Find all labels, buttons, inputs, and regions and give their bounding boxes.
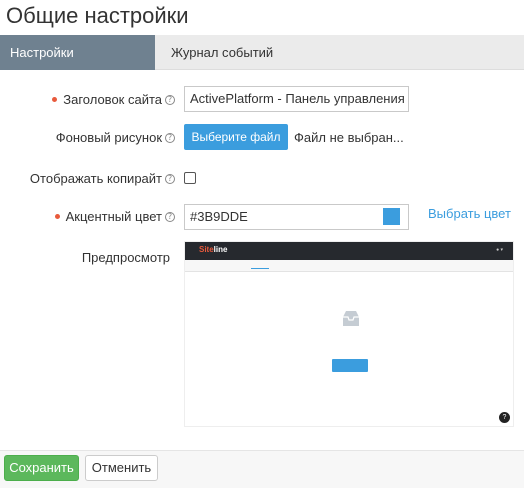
accent-color-input[interactable]: #3B9DDE — [184, 204, 409, 230]
help-icon[interactable]: ? — [165, 132, 175, 143]
save-button[interactable]: Сохранить — [4, 455, 79, 481]
preview-topbar: Siteline ● ▾ — [185, 242, 513, 260]
help-icon[interactable]: ? — [165, 173, 175, 184]
cancel-button[interactable]: Отменить — [85, 455, 158, 481]
choose-file-button[interactable]: Выберите файл — [184, 124, 288, 150]
copyright-checkbox[interactable] — [184, 172, 196, 184]
copyright-label: Отображать копирайт — [29, 171, 162, 186]
accent-color-label-row: Акцентный цвет? — [40, 209, 175, 225]
background-label: Фоновый рисунок — [55, 130, 162, 145]
tab-appearance-settings[interactable]: Настройки оформления — [0, 35, 155, 95]
accent-color-label: Акцентный цвет — [65, 209, 162, 224]
help-icon[interactable]: ? — [165, 94, 175, 105]
background-label-row: Фоновый рисунок? — [40, 130, 175, 146]
preview-logo: Siteline — [199, 245, 228, 254]
page-title: Общие настройки — [6, 3, 189, 28]
theme-preview-image: Siteline ● ▾ ? — [184, 241, 514, 427]
site-title-label-row: Заголовок сайта? — [50, 92, 175, 108]
preview-user-menu: ● ▾ — [496, 247, 503, 253]
preview-navbar — [185, 260, 513, 272]
pick-color-link[interactable]: Выбрать цвет — [428, 206, 511, 222]
tabs-bar: Настройки оформления Журнал событий — [0, 35, 524, 95]
help-fab-icon: ? — [499, 412, 510, 423]
accent-color-swatch[interactable] — [383, 208, 400, 225]
site-title-label: Заголовок сайта — [63, 92, 162, 107]
site-title-input[interactable]: ActivePlatform - Панель управления кли — [184, 86, 409, 112]
preview-label: Предпросмотр — [81, 250, 170, 265]
required-indicator — [54, 214, 60, 220]
copyright-label-row: Отображать копирайт? — [20, 171, 175, 187]
inbox-tray-icon — [343, 311, 359, 326]
tab-event-log[interactable]: Журнал событий — [161, 35, 283, 70]
required-indicator — [52, 97, 58, 103]
preview-button — [332, 359, 368, 372]
file-status-text: Файл не выбран... — [294, 130, 404, 145]
help-icon[interactable]: ? — [165, 211, 175, 222]
